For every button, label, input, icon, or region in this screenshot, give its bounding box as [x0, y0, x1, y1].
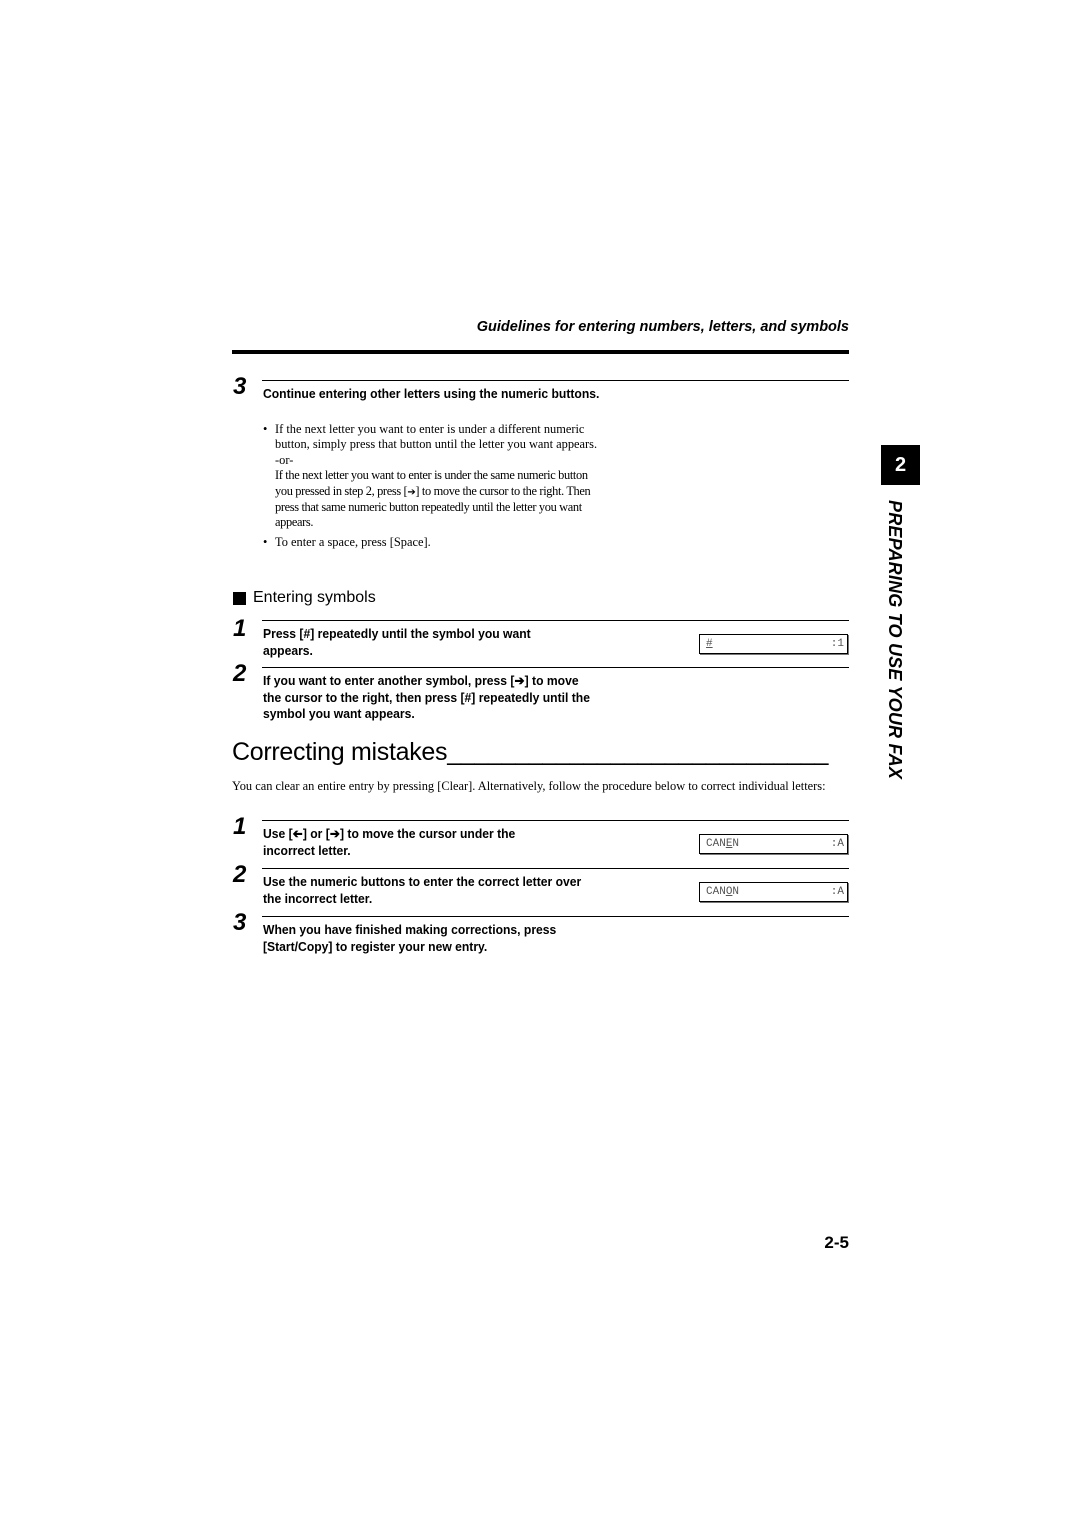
section-title: Correcting mistakes_____________________…	[232, 738, 828, 767]
step-rule	[262, 620, 849, 621]
chapter-tab: 2	[881, 445, 920, 485]
step-rule	[262, 820, 849, 821]
subsection-heading-text: Entering symbols	[253, 589, 376, 606]
bullet-item: To enter a space, press [Space].	[263, 534, 603, 551]
lcd-text: N	[732, 886, 740, 898]
step-rule	[262, 868, 849, 869]
step-text: Use the numeric buttons to enter the cor…	[263, 874, 582, 906]
right-arrow-icon: ➔	[514, 673, 525, 688]
bullet-item: If the next letter you want to enter is …	[263, 422, 603, 531]
lcd-indicator: :A	[830, 838, 844, 850]
lcd-indicator: :A	[830, 886, 844, 898]
chapter-side-title: PREPARING TO USE YOUR FAX	[885, 500, 905, 780]
section-title-text: Correcting mistakes	[232, 738, 448, 766]
step-text-part: If you want to enter another symbol, pre…	[263, 673, 515, 688]
subsection-heading: Entering symbols	[233, 589, 376, 607]
step-rule	[262, 380, 849, 381]
step-number: 1	[233, 813, 247, 840]
running-header: Guidelines for entering numbers, letters…	[476, 319, 849, 335]
square-bullet-icon	[233, 591, 246, 605]
lcd-text: N	[732, 838, 740, 850]
header-rule	[232, 350, 849, 354]
or-separator: -or-	[275, 452, 294, 467]
step-number: 2	[233, 660, 247, 687]
step-text: If you want to enter another symbol, pre…	[263, 673, 594, 723]
step-text: When you have finished making correction…	[263, 922, 557, 954]
step-text: Use [➔] or [➔] to move the cursor under …	[263, 826, 567, 859]
lcd-display: CANEN :A	[699, 834, 848, 854]
right-arrow-icon: ➔	[329, 826, 340, 841]
lcd-display: CANON :A	[699, 882, 848, 902]
step-text: Press [#] repeatedly until the symbol yo…	[263, 626, 531, 658]
lcd-indicator: :1	[830, 638, 844, 650]
bullet-text: To enter a space, press [Space].	[275, 534, 431, 549]
lcd-display: # :1	[699, 634, 848, 654]
step-number: 3	[233, 373, 247, 400]
step-rule	[262, 916, 849, 917]
step-text: Continue entering other letters using th…	[263, 386, 600, 401]
step-text-part: ] or [	[302, 826, 330, 841]
page-number: 2-5	[824, 1233, 849, 1252]
lcd-text: CAN	[706, 886, 726, 898]
step-rule	[262, 667, 849, 668]
lcd-cursor-char: #	[706, 638, 713, 650]
step-number: 3	[233, 909, 247, 936]
step-text-part: Use [	[263, 826, 293, 841]
step-number: 2	[233, 861, 247, 888]
bullet-text: If the next letter you want to enter is …	[275, 422, 598, 452]
section-title-rule: ____________________________	[447, 738, 829, 766]
section-intro: You can clear an entire entry by pressin…	[232, 779, 826, 793]
bullet-list: If the next letter you want to enter is …	[263, 422, 603, 551]
lcd-text: CAN	[706, 838, 726, 850]
step-number: 1	[233, 615, 247, 642]
left-arrow-icon: ➔	[292, 826, 303, 841]
